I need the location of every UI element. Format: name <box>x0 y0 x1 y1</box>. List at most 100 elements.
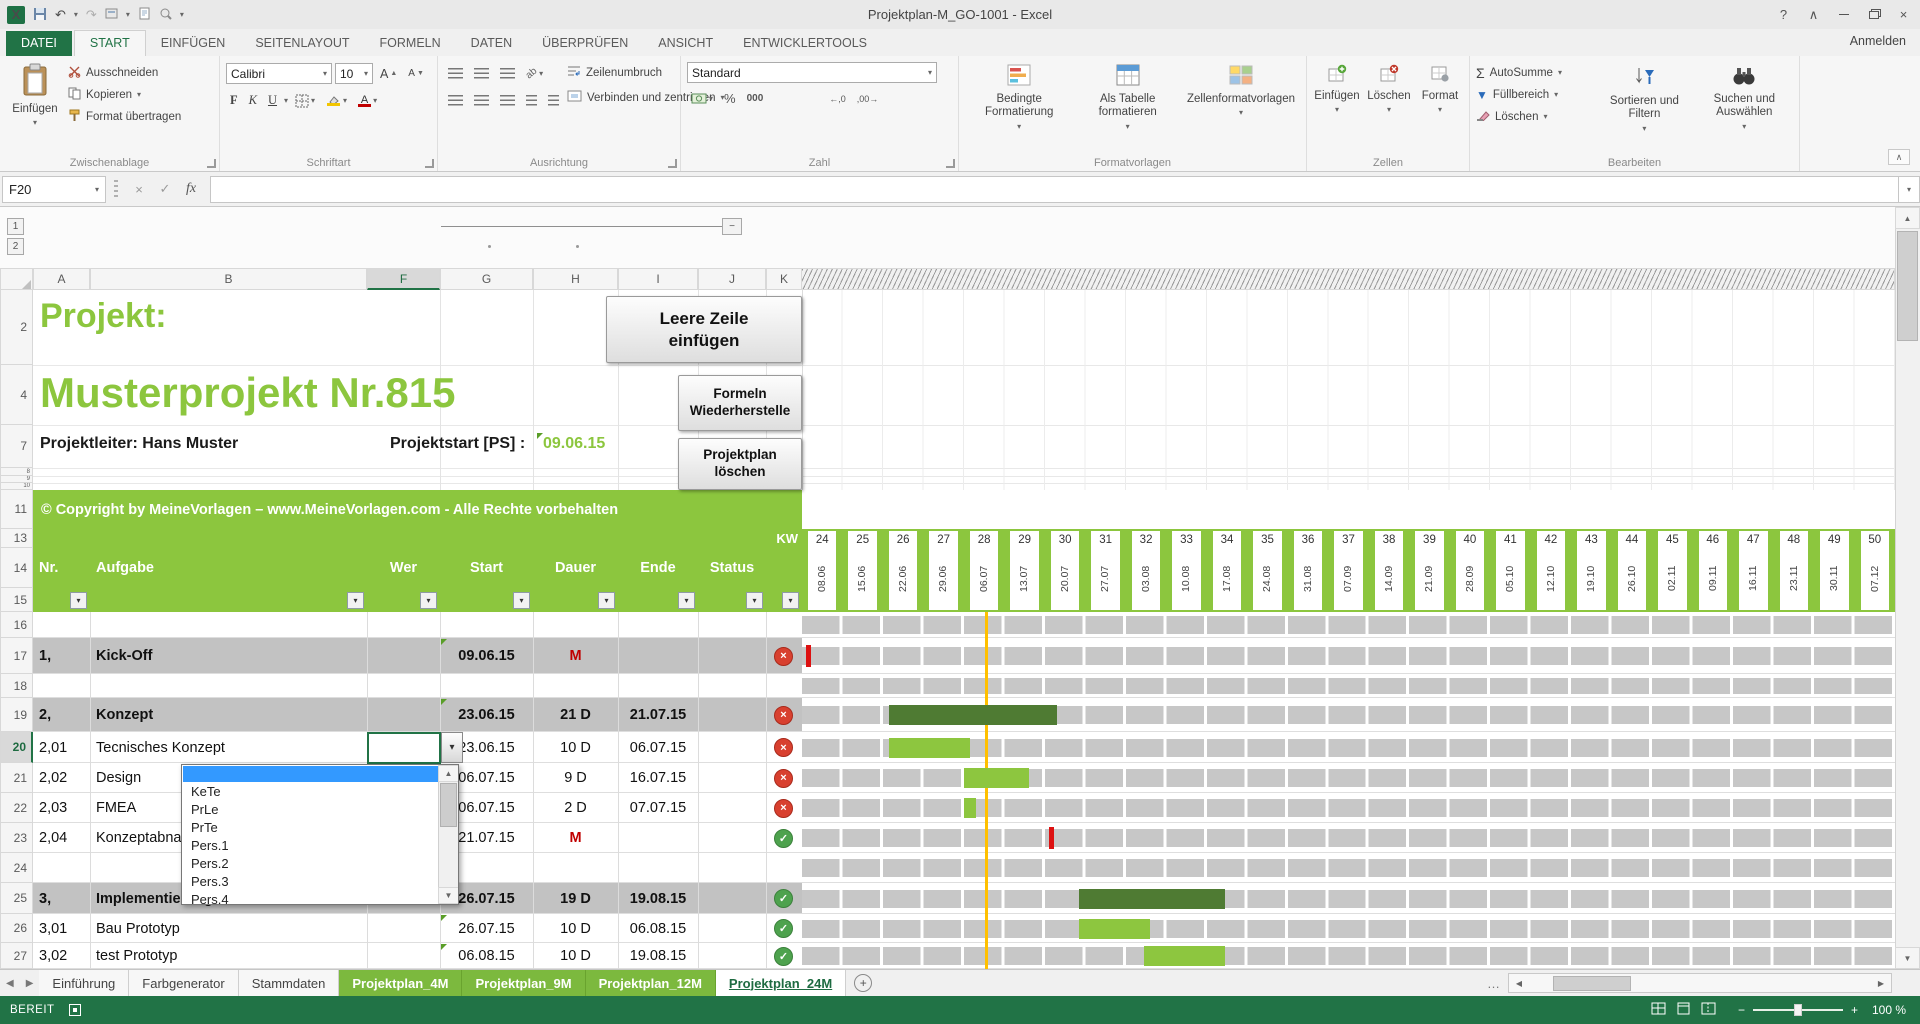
sheet-tab-einführung[interactable]: Einführung <box>39 970 129 996</box>
cell-task-17[interactable]: Kick-Off <box>96 638 363 674</box>
dropdown-item-prle[interactable]: PrLe <box>183 800 438 818</box>
restore-formulas-button[interactable]: FormelnWiederherstelle <box>678 375 802 431</box>
scroll-left-button[interactable]: ◀ <box>1509 974 1529 992</box>
underline-button[interactable]: U <box>264 90 281 111</box>
format-cells-button[interactable]: Format ▾ <box>1417 60 1463 153</box>
cell-task-19[interactable]: Konzept <box>96 698 363 732</box>
filter-button-H[interactable]: ▾ <box>598 592 615 609</box>
qat-customize-icon[interactable]: ▾ <box>180 11 184 19</box>
undo-icon[interactable]: ↶ <box>55 8 66 21</box>
cell-nr-19[interactable]: 2, <box>39 698 89 732</box>
cell-duration-17[interactable]: M <box>533 638 618 674</box>
formula-bar-divider[interactable] <box>114 180 118 198</box>
sheet-nav-right-icon[interactable]: ▶ <box>20 970 40 996</box>
macro-record-icon[interactable] <box>69 1004 81 1016</box>
dropdown-item-pers4[interactable]: Pers.4 <box>183 890 438 905</box>
borders-button[interactable]: ▾ <box>291 90 319 111</box>
row-header-2[interactable]: 2 <box>0 290 33 365</box>
format-painter-button[interactable]: Format übertragen <box>68 106 181 127</box>
decrease-indent-button[interactable] <box>522 90 541 111</box>
cell-nr-23[interactable]: 2,04 <box>39 823 89 853</box>
excel-app-icon[interactable]: X <box>7 6 25 24</box>
autosum-button[interactable]: Σ AutoSumme ▾ <box>1476 62 1593 83</box>
cell-start-27[interactable]: 06.08.15 <box>440 943 533 969</box>
vertical-scroll-thumb[interactable] <box>1897 231 1918 341</box>
row-header-19[interactable]: 19 <box>0 698 33 732</box>
cell-end-21[interactable]: 16.07.15 <box>618 763 698 793</box>
increase-decimal-button[interactable]: ←,0 <box>825 88 850 109</box>
format-as-table-button[interactable]: Als Tabelle formatieren ▾ <box>1077 60 1178 153</box>
row-header-27[interactable]: 27 <box>0 943 33 969</box>
cell-dropdown-button[interactable]: ▾ <box>441 732 463 763</box>
shrink-font-button[interactable]: A▼ <box>404 63 428 84</box>
align-center-button[interactable] <box>470 90 493 111</box>
ribbon-tab-einfügen[interactable]: EINFÜGEN <box>146 31 241 56</box>
validation-dropdown-list[interactable]: KeTePrLePrTePers.1Pers.2Pers.3Pers.4▲▼ <box>181 764 459 905</box>
filter-button-A[interactable]: ▾ <box>70 592 87 609</box>
orientation-button[interactable]: ab▾ <box>522 63 547 84</box>
select-all-corner[interactable] <box>0 268 33 290</box>
sign-in-link[interactable]: Anmelden <box>1850 34 1906 48</box>
scroll-down-button[interactable]: ▼ <box>1895 947 1920 969</box>
ribbon-tab-seitenlayout[interactable]: SEITENLAYOUT <box>240 31 364 56</box>
cell-nr-17[interactable]: 1, <box>39 638 89 674</box>
save-icon[interactable] <box>33 7 47 23</box>
outline-level-1-button[interactable]: 1 <box>7 218 24 235</box>
row-header-11[interactable]: 11 <box>0 490 33 529</box>
font-name-combo[interactable]: Calibri ▾ <box>226 63 332 84</box>
decrease-decimal-button[interactable]: ,00→ <box>853 88 883 109</box>
number-format-combo[interactable]: Standard ▾ <box>687 62 937 83</box>
thousands-separator-button[interactable]: 000 <box>743 88 768 109</box>
percent-format-button[interactable]: % <box>720 88 740 109</box>
column-header-I[interactable]: I <box>618 268 698 290</box>
filter-button-I[interactable]: ▾ <box>678 592 695 609</box>
increase-indent-button[interactable] <box>544 90 563 111</box>
collapse-ribbon-button[interactable]: ∧ <box>1888 149 1910 165</box>
italic-button[interactable]: K <box>245 90 261 111</box>
formula-input[interactable] <box>210 176 1898 203</box>
copy-button[interactable]: Kopieren ▾ <box>68 84 181 105</box>
ribbon-tab-datei[interactable]: DATEI <box>6 31 72 56</box>
filter-button-K[interactable]: ▾ <box>782 592 799 609</box>
row-header-20[interactable]: 20 <box>0 732 33 763</box>
qat-custom-icon-3[interactable] <box>159 7 172 22</box>
row-header-9[interactable]: 9 <box>0 476 33 483</box>
align-bottom-button[interactable] <box>496 63 519 84</box>
row-header-8[interactable]: 8 <box>0 468 33 476</box>
align-left-button[interactable] <box>444 90 467 111</box>
cell-duration-22[interactable]: 2 D <box>533 793 618 823</box>
redo-icon[interactable]: ↷ <box>86 8 97 21</box>
normal-view-icon[interactable] <box>1651 1002 1666 1018</box>
sheet-tab-farbgenerator[interactable]: Farbgenerator <box>129 970 238 996</box>
zoom-in-button[interactable]: + <box>1851 1003 1858 1017</box>
row-header-14[interactable]: 14 <box>0 548 33 588</box>
tab-overflow-icon[interactable]: … <box>1479 970 1508 996</box>
row-header-26[interactable]: 26 <box>0 914 33 943</box>
cell-start-19[interactable]: 23.06.15 <box>440 698 533 732</box>
dropdown-scroll-thumb[interactable] <box>440 783 457 827</box>
row-header-17[interactable]: 17 <box>0 638 33 674</box>
scroll-up-button[interactable]: ▲ <box>1895 207 1920 229</box>
font-size-combo[interactable]: 10 ▾ <box>335 63 373 84</box>
ribbon-tab-ansicht[interactable]: ANSICHT <box>643 31 728 56</box>
row-header-10[interactable]: 10 <box>0 483 33 490</box>
dialog-launcher-icon[interactable] <box>946 159 955 168</box>
bold-button[interactable]: F <box>226 90 242 111</box>
ribbon-tab-entwicklertools[interactable]: ENTWICKLERTOOLS <box>728 31 882 56</box>
ribbon-tab-überprüfen[interactable]: ÜBERPRÜFEN <box>527 31 643 56</box>
cell-nr-21[interactable]: 2,02 <box>39 763 89 793</box>
cell-styles-button[interactable]: Zellenformatvorlagen ▾ <box>1182 60 1300 153</box>
cell-nr-22[interactable]: 2,03 <box>39 793 89 823</box>
paste-button[interactable]: Einfügen ▾ <box>6 60 64 153</box>
undo-dropdown-icon[interactable]: ▾ <box>74 11 78 19</box>
insert-empty-row-button[interactable]: Leere Zeileeinfügen <box>606 296 802 363</box>
cell-end-25[interactable]: 19.08.15 <box>618 883 698 914</box>
find-select-button[interactable]: Suchen und Auswählen ▾ <box>1696 60 1793 153</box>
cell-end-20[interactable]: 06.07.15 <box>618 732 698 763</box>
scroll-right-button[interactable]: ▶ <box>1871 974 1891 992</box>
qat-custom-icon-2[interactable] <box>138 7 151 22</box>
sheet-tab-projektplan_24m[interactable]: Projektplan_24M <box>716 970 846 996</box>
sheet-tab-stammdaten[interactable]: Stammdaten <box>239 970 340 996</box>
delete-cells-button[interactable]: Löschen ▾ <box>1365 60 1413 153</box>
column-header-J[interactable]: J <box>698 268 766 290</box>
